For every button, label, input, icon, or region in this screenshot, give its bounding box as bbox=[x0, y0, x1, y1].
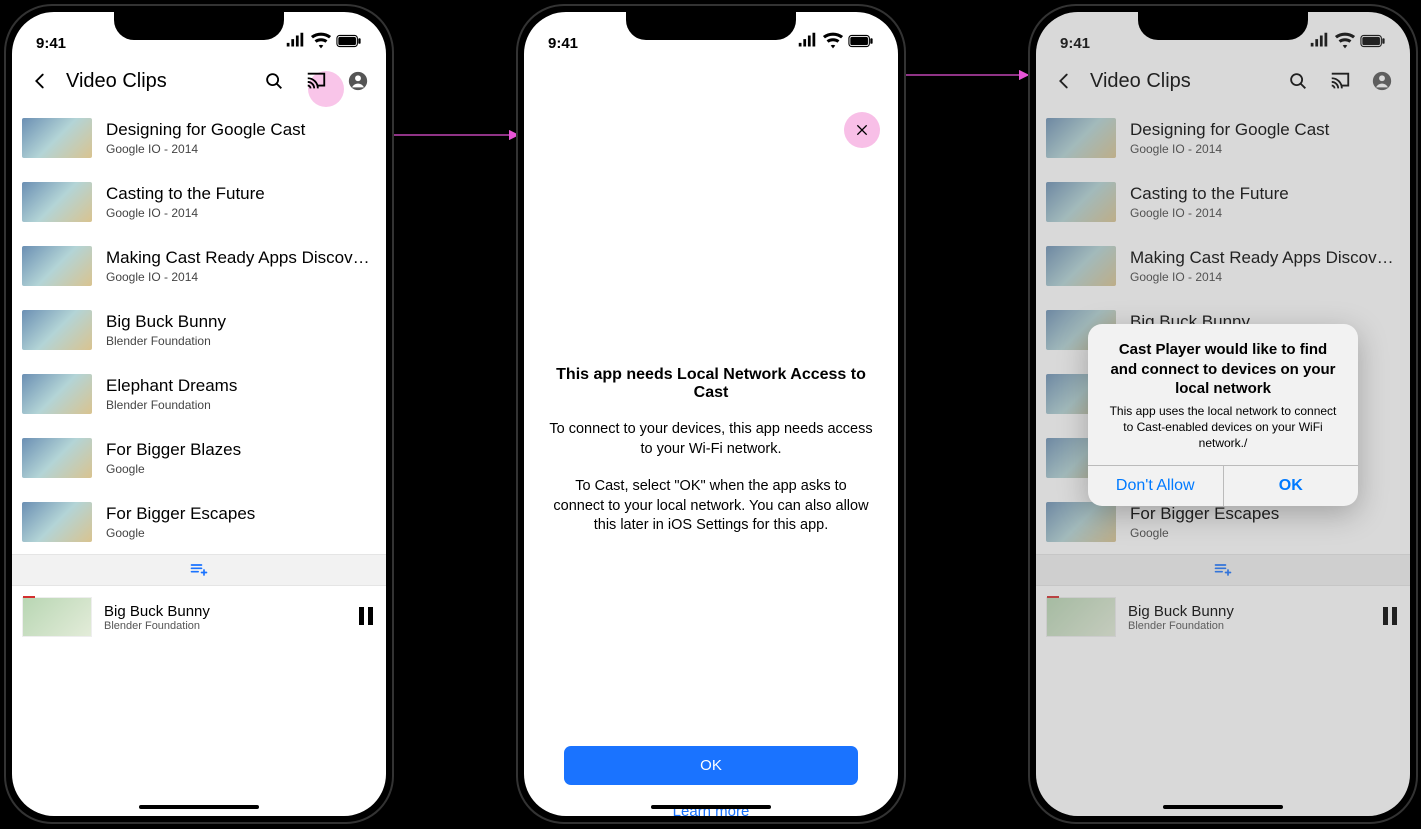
video-subtitle: Google IO - 2014 bbox=[106, 206, 376, 220]
video-subtitle: Google IO - 2014 bbox=[106, 142, 376, 156]
ok-button[interactable]: OK bbox=[564, 746, 858, 785]
video-title: Designing for Google Cast bbox=[106, 120, 376, 140]
now-playing-bar[interactable]: Big Buck Bunny Blender Foundation bbox=[12, 586, 386, 648]
status-time: 9:41 bbox=[548, 35, 578, 52]
list-item[interactable]: For Bigger Escapes Google bbox=[12, 490, 386, 554]
account-button[interactable] bbox=[340, 63, 376, 99]
now-playing-thumbnail bbox=[22, 597, 92, 637]
cellular-icon bbox=[796, 30, 818, 52]
home-indicator bbox=[651, 805, 771, 809]
notch bbox=[626, 12, 796, 40]
video-subtitle: Blender Foundation bbox=[106, 334, 376, 348]
thumbnail bbox=[22, 118, 92, 158]
ios-permission-alert: Cast Player would like to find and conne… bbox=[1088, 324, 1358, 506]
list-item[interactable]: Making Cast Ready Apps Discover... Google… bbox=[12, 234, 386, 298]
app-bar: Video Clips bbox=[12, 56, 386, 106]
notch bbox=[1138, 12, 1308, 40]
list-item[interactable]: For Bigger Blazes Google bbox=[12, 426, 386, 490]
thumbnail bbox=[22, 246, 92, 286]
back-button[interactable] bbox=[22, 63, 58, 99]
battery-icon bbox=[848, 34, 874, 48]
status-indicators bbox=[284, 30, 362, 52]
thumbnail bbox=[22, 310, 92, 350]
cellular-icon bbox=[284, 30, 306, 52]
phone-step-3: 9:41 Video Clips Designing for Goog bbox=[1028, 4, 1418, 824]
list-item[interactable]: Elephant Dreams Blender Foundation bbox=[12, 362, 386, 426]
close-button[interactable] bbox=[844, 112, 880, 148]
page-title: Video Clips bbox=[66, 70, 250, 93]
alert-message: This app uses the local network to conne… bbox=[1088, 403, 1358, 466]
modal-paragraph-1: To connect to your devices, this app nee… bbox=[548, 420, 874, 459]
cast-button[interactable] bbox=[298, 63, 334, 99]
video-subtitle: Google IO - 2014 bbox=[106, 270, 376, 284]
modal-title: This app needs Local Network Access to C… bbox=[548, 366, 874, 402]
video-subtitle: Blender Foundation bbox=[106, 398, 376, 412]
wifi-icon bbox=[822, 30, 844, 52]
now-playing-subtitle: Blender Foundation bbox=[104, 620, 344, 632]
thumbnail bbox=[22, 374, 92, 414]
video-title: Making Cast Ready Apps Discover... bbox=[106, 248, 376, 268]
playlist-add-icon bbox=[189, 560, 209, 580]
list-item[interactable]: Big Buck Bunny Blender Foundation bbox=[12, 298, 386, 362]
notch bbox=[114, 12, 284, 40]
pause-button[interactable] bbox=[356, 607, 376, 627]
video-subtitle: Google bbox=[106, 462, 376, 476]
thumbnail bbox=[22, 438, 92, 478]
search-icon bbox=[263, 70, 285, 92]
phone-step-2: 9:41 This app needs Local Network Access… bbox=[516, 4, 906, 824]
account-icon bbox=[347, 70, 369, 92]
video-title: For Bigger Escapes bbox=[106, 504, 376, 524]
thumbnail bbox=[22, 182, 92, 222]
video-list: Designing for Google Cast Google IO - 201… bbox=[12, 106, 386, 554]
chevron-left-icon bbox=[29, 70, 51, 92]
search-button[interactable] bbox=[256, 63, 292, 99]
alert-deny-button[interactable]: Don't Allow bbox=[1088, 466, 1223, 506]
home-indicator bbox=[139, 805, 259, 809]
video-title: Big Buck Bunny bbox=[106, 312, 376, 332]
status-indicators bbox=[796, 30, 874, 52]
list-item[interactable]: Casting to the Future Google IO - 2014 bbox=[12, 170, 386, 234]
video-subtitle: Google bbox=[106, 526, 376, 540]
home-indicator bbox=[1163, 805, 1283, 809]
video-title: Casting to the Future bbox=[106, 184, 376, 204]
thumbnail bbox=[22, 502, 92, 542]
now-playing-title: Big Buck Bunny bbox=[104, 603, 344, 620]
close-icon bbox=[854, 122, 870, 138]
phone-step-1: 9:41 Video Clips Designing f bbox=[4, 4, 394, 824]
alert-allow-button[interactable]: OK bbox=[1223, 466, 1359, 506]
alert-title: Cast Player would like to find and conne… bbox=[1088, 324, 1358, 403]
list-item[interactable]: Designing for Google Cast Google IO - 201… bbox=[12, 106, 386, 170]
modal-paragraph-2: To Cast, select "OK" when the app asks t… bbox=[548, 477, 874, 536]
status-time: 9:41 bbox=[36, 35, 66, 52]
queue-bar[interactable] bbox=[12, 554, 386, 586]
video-title: For Bigger Blazes bbox=[106, 440, 376, 460]
cast-icon bbox=[305, 70, 327, 92]
video-title: Elephant Dreams bbox=[106, 376, 376, 396]
battery-icon bbox=[336, 34, 362, 48]
wifi-icon bbox=[310, 30, 332, 52]
